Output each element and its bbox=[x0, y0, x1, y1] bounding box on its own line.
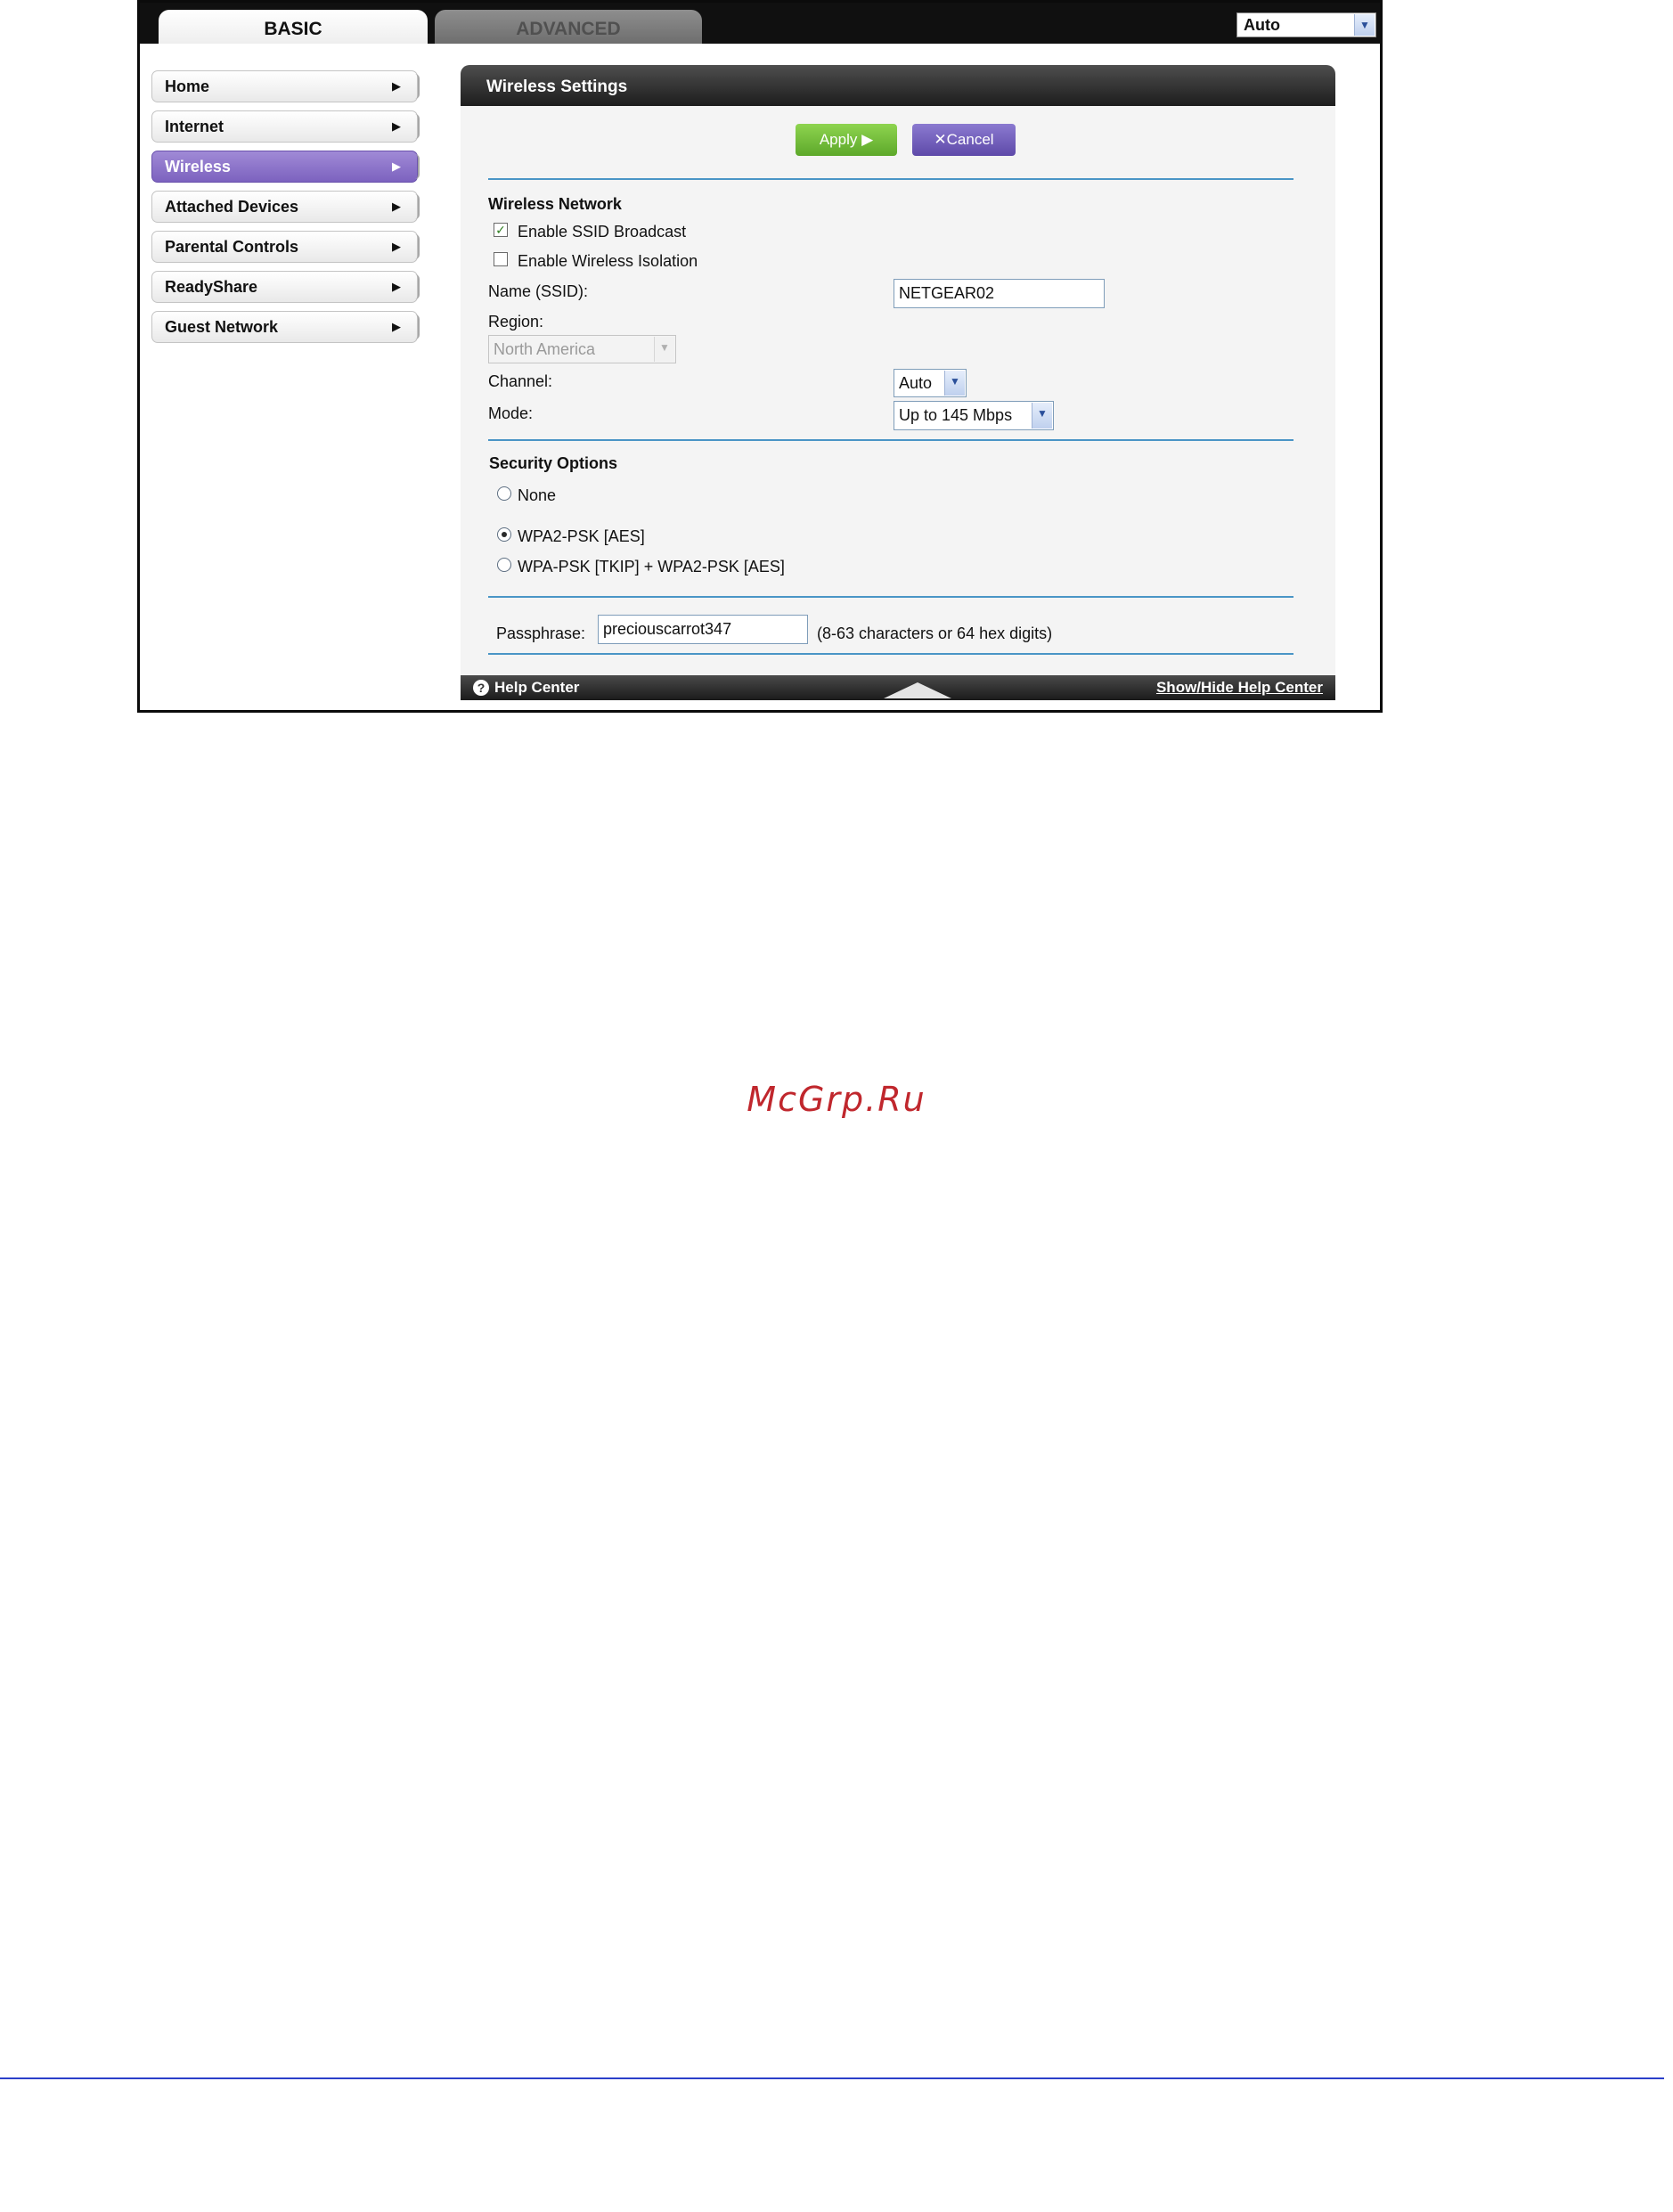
router-admin-screenshot: BASIC ADVANCED Auto ▼ Home ▶ Internet ▶ … bbox=[137, 0, 1383, 713]
channel-select-value: Auto bbox=[899, 374, 933, 392]
language-select-value: Auto bbox=[1244, 16, 1280, 34]
sidebar-item-label: ReadyShare bbox=[165, 278, 258, 296]
chevron-down-icon: ▼ bbox=[1032, 403, 1052, 429]
arrow-right-icon: ▶ bbox=[392, 159, 401, 173]
sidebar-item-label: Parental Controls bbox=[165, 238, 299, 256]
help-center-label[interactable]: Help Center bbox=[494, 675, 579, 700]
sidebar-item-label: Internet bbox=[165, 118, 224, 135]
expand-arrow-icon[interactable] bbox=[884, 682, 951, 698]
arrow-right-icon: ▶ bbox=[392, 200, 401, 213]
sidebar-item-label: Home bbox=[165, 78, 210, 95]
sidebar-item-label: Wireless bbox=[165, 158, 231, 175]
chevron-down-icon: ▼ bbox=[1354, 14, 1375, 36]
top-bar: BASIC ADVANCED Auto ▼ bbox=[140, 3, 1380, 44]
enable-wireless-isolation-label: Enable Wireless Isolation bbox=[518, 252, 698, 270]
wireless-network-heading: Wireless Network bbox=[488, 195, 622, 213]
sidebar-item-label: Guest Network bbox=[165, 318, 279, 336]
mode-select[interactable]: Up to 145 Mbps ▼ bbox=[894, 401, 1054, 430]
sidebar-item-label: Attached Devices bbox=[165, 198, 299, 216]
wireless-settings-panel: Wireless Settings Apply ▶ ✕Cancel Wirele… bbox=[461, 65, 1335, 700]
security-wpa2-label: WPA2-PSK [AES] bbox=[518, 527, 645, 545]
security-options-heading: Security Options bbox=[489, 454, 618, 472]
show-hide-help-center-link[interactable]: Show/Hide Help Center bbox=[1156, 675, 1323, 700]
sidebar-item-home[interactable]: Home ▶ bbox=[151, 70, 420, 102]
section-divider bbox=[488, 653, 1294, 655]
sidebar-item-internet[interactable]: Internet ▶ bbox=[151, 110, 420, 143]
channel-label: Channel: bbox=[488, 372, 553, 390]
security-none-label: None bbox=[518, 486, 557, 504]
ssid-name-label: Name (SSID): bbox=[488, 282, 589, 300]
arrow-right-icon: ▶ bbox=[392, 320, 401, 333]
mode-label: Mode: bbox=[488, 404, 534, 422]
enable-ssid-broadcast-checkbox[interactable]: ✓ bbox=[494, 223, 508, 237]
passphrase-input[interactable]: preciouscarrot347 bbox=[598, 615, 808, 644]
radio-selected-dot bbox=[502, 532, 507, 537]
enable-wireless-isolation-checkbox[interactable] bbox=[494, 252, 508, 266]
chevron-down-icon: ▼ bbox=[654, 337, 674, 362]
security-wpa2-radio[interactable] bbox=[497, 527, 511, 542]
sidebar-item-parental-controls[interactable]: Parental Controls ▶ bbox=[151, 231, 420, 263]
language-select[interactable]: Auto ▼ bbox=[1236, 12, 1376, 37]
page-footer-rule bbox=[0, 2077, 1664, 2079]
panel-title: Wireless Settings bbox=[461, 65, 1335, 106]
tab-basic[interactable]: BASIC bbox=[159, 10, 428, 44]
sidebar-item-guest-network[interactable]: Guest Network ▶ bbox=[151, 311, 420, 343]
chevron-down-icon: ▼ bbox=[944, 371, 965, 396]
channel-select[interactable]: Auto ▼ bbox=[894, 369, 967, 397]
arrow-right-icon: ▶ bbox=[392, 240, 401, 253]
apply-button[interactable]: Apply ▶ bbox=[796, 124, 897, 156]
region-select-value: North America bbox=[494, 340, 596, 358]
cancel-button[interactable]: ✕Cancel bbox=[912, 124, 1016, 156]
section-divider bbox=[488, 178, 1294, 180]
help-center-bar: ? Help Center Show/Hide Help Center bbox=[461, 675, 1335, 700]
section-divider bbox=[488, 439, 1294, 441]
security-none-radio[interactable] bbox=[497, 486, 511, 501]
ssid-name-input[interactable]: NETGEAR02 bbox=[894, 279, 1105, 308]
help-icon[interactable]: ? bbox=[473, 680, 489, 696]
arrow-right-icon: ▶ bbox=[392, 79, 401, 93]
sidebar-item-readyshare[interactable]: ReadyShare ▶ bbox=[151, 271, 420, 303]
security-wpa-mixed-radio[interactable] bbox=[497, 558, 511, 572]
watermark-text: McGrp.Ru bbox=[747, 1080, 926, 1119]
security-wpa-mixed-label: WPA-PSK [TKIP] + WPA2-PSK [AES] bbox=[518, 558, 785, 575]
passphrase-label: Passphrase: bbox=[496, 624, 586, 642]
region-select: North America ▼ bbox=[488, 335, 676, 363]
sidebar-menu: Home ▶ Internet ▶ Wireless ▶ Attached De… bbox=[151, 70, 420, 351]
enable-ssid-broadcast-label: Enable SSID Broadcast bbox=[518, 223, 687, 241]
arrow-right-icon: ▶ bbox=[392, 280, 401, 293]
passphrase-hint: (8-63 characters or 64 hex digits) bbox=[817, 624, 1053, 642]
tab-advanced[interactable]: ADVANCED bbox=[435, 10, 702, 44]
sidebar-item-wireless[interactable]: Wireless ▶ bbox=[151, 151, 420, 183]
arrow-right-icon: ▶ bbox=[392, 119, 401, 133]
sidebar-item-attached-devices[interactable]: Attached Devices ▶ bbox=[151, 191, 420, 223]
section-divider bbox=[488, 596, 1294, 598]
mode-select-value: Up to 145 Mbps bbox=[899, 406, 1013, 424]
region-label: Region: bbox=[488, 313, 544, 331]
